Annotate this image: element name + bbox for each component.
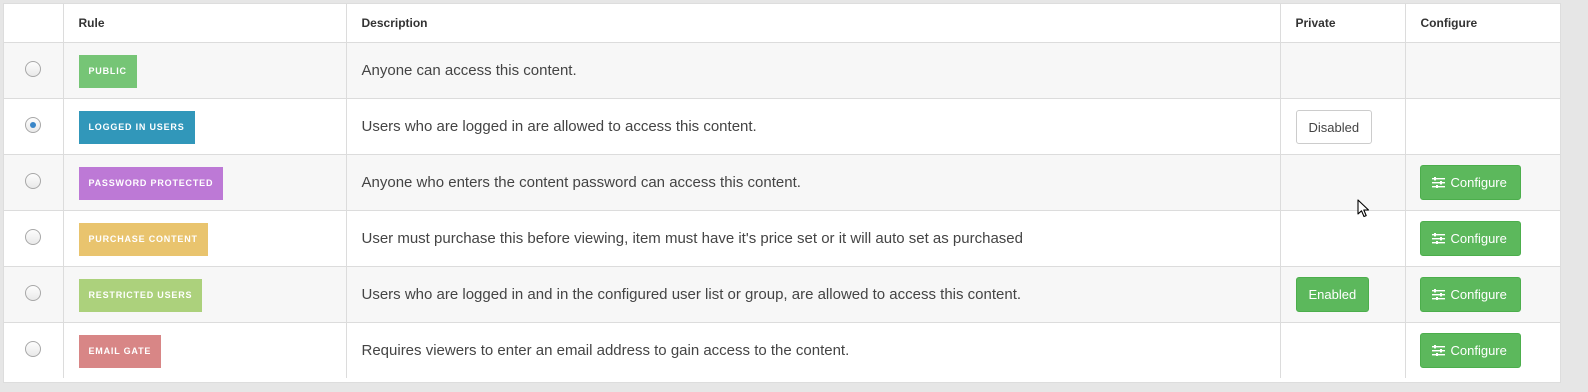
configure-button-email[interactable]: Configure bbox=[1419, 333, 1521, 368]
rule-cell: EMAIL GATE bbox=[62, 322, 347, 378]
access-rules-panel: Rule Description Private Configure PUBLI… bbox=[3, 3, 1561, 383]
sliders-icon bbox=[1431, 233, 1445, 245]
configure-button-purchase[interactable]: Configure bbox=[1419, 221, 1521, 256]
private-enabled-button[interactable]: Enabled bbox=[1295, 277, 1370, 312]
table-row: PURCHASE CONTENT User must purchase this… bbox=[4, 210, 1560, 267]
configure-label: Configure bbox=[1450, 343, 1507, 358]
table-row: RESTRICTED USERS Users who are logged in… bbox=[4, 266, 1560, 323]
description-cell: Requires viewers to enter an email addre… bbox=[345, 322, 1281, 378]
rule-badge-logged-in-users: LOGGED IN USERS bbox=[78, 111, 195, 144]
select-cell bbox=[4, 42, 64, 99]
rule-cell: RESTRICTED USERS bbox=[62, 266, 347, 323]
rule-cell: PURCHASE CONTENT bbox=[62, 210, 347, 267]
description-cell: Users who are logged in and in the confi… bbox=[345, 266, 1281, 323]
rule-badge-password-protected: PASSWORD PROTECTED bbox=[78, 167, 224, 200]
sliders-icon bbox=[1431, 177, 1445, 189]
table-row: PUBLIC Anyone can access this content. bbox=[4, 42, 1560, 99]
private-cell bbox=[1279, 210, 1406, 267]
configure-cell: Configure bbox=[1404, 266, 1560, 323]
table-row: PASSWORD PROTECTED Anyone who enters the… bbox=[4, 154, 1560, 211]
header-configure: Configure bbox=[1404, 4, 1560, 43]
table-row: LOGGED IN USERS Users who are logged in … bbox=[4, 98, 1560, 155]
access-rules-table: Rule Description Private Configure PUBLI… bbox=[4, 4, 1560, 378]
header-private: Private bbox=[1279, 4, 1406, 43]
header-description: Description bbox=[345, 4, 1281, 43]
configure-cell bbox=[1404, 98, 1560, 155]
table-header-row: Rule Description Private Configure bbox=[4, 4, 1560, 43]
rule-badge-public: PUBLIC bbox=[78, 55, 137, 88]
rule-radio-purchase-content[interactable] bbox=[25, 229, 42, 245]
rule-badge-email-gate: EMAIL GATE bbox=[78, 335, 162, 368]
configure-cell bbox=[1404, 42, 1560, 99]
select-cell bbox=[4, 210, 64, 267]
mouse-pointer-icon bbox=[1357, 199, 1370, 218]
sliders-icon bbox=[1431, 289, 1445, 301]
rule-cell: LOGGED IN USERS bbox=[62, 98, 347, 155]
configure-label: Configure bbox=[1450, 231, 1507, 246]
rule-radio-public[interactable] bbox=[25, 61, 42, 77]
description-cell: Anyone can access this content. bbox=[345, 42, 1281, 99]
rule-cell: PASSWORD PROTECTED bbox=[62, 154, 347, 211]
configure-button-password[interactable]: Configure bbox=[1419, 165, 1521, 200]
sliders-icon bbox=[1431, 345, 1445, 357]
description-cell: User must purchase this before viewing, … bbox=[345, 210, 1281, 267]
private-cell bbox=[1279, 322, 1406, 378]
select-cell bbox=[4, 322, 64, 378]
rule-radio-logged-in-users[interactable] bbox=[25, 117, 42, 133]
configure-label: Configure bbox=[1450, 175, 1507, 190]
private-cell bbox=[1279, 42, 1406, 99]
configure-label: Configure bbox=[1450, 287, 1507, 302]
select-cell bbox=[4, 98, 64, 155]
configure-cell: Configure bbox=[1404, 154, 1560, 211]
table-row: EMAIL GATE Requires viewers to enter an … bbox=[4, 322, 1560, 378]
rule-badge-restricted-users: RESTRICTED USERS bbox=[78, 279, 203, 312]
private-cell bbox=[1279, 154, 1406, 211]
header-rule: Rule bbox=[62, 4, 347, 43]
select-cell bbox=[4, 154, 64, 211]
private-cell: Disabled bbox=[1279, 98, 1406, 155]
private-cell: Enabled bbox=[1279, 266, 1406, 323]
select-cell bbox=[4, 266, 64, 323]
rule-badge-purchase-content: PURCHASE CONTENT bbox=[78, 223, 208, 256]
rule-radio-email-gate[interactable] bbox=[25, 341, 42, 357]
rule-radio-restricted-users[interactable] bbox=[25, 285, 42, 301]
description-cell: Anyone who enters the content password c… bbox=[345, 154, 1281, 211]
rule-cell: PUBLIC bbox=[62, 42, 347, 99]
configure-cell: Configure bbox=[1404, 210, 1560, 267]
configure-button-restricted[interactable]: Configure bbox=[1419, 277, 1521, 312]
header-select bbox=[4, 4, 64, 43]
private-disabled-button[interactable]: Disabled bbox=[1295, 109, 1373, 144]
description-cell: Users who are logged in are allowed to a… bbox=[345, 98, 1281, 155]
configure-cell: Configure bbox=[1404, 322, 1560, 378]
rule-radio-password-protected[interactable] bbox=[25, 173, 42, 189]
